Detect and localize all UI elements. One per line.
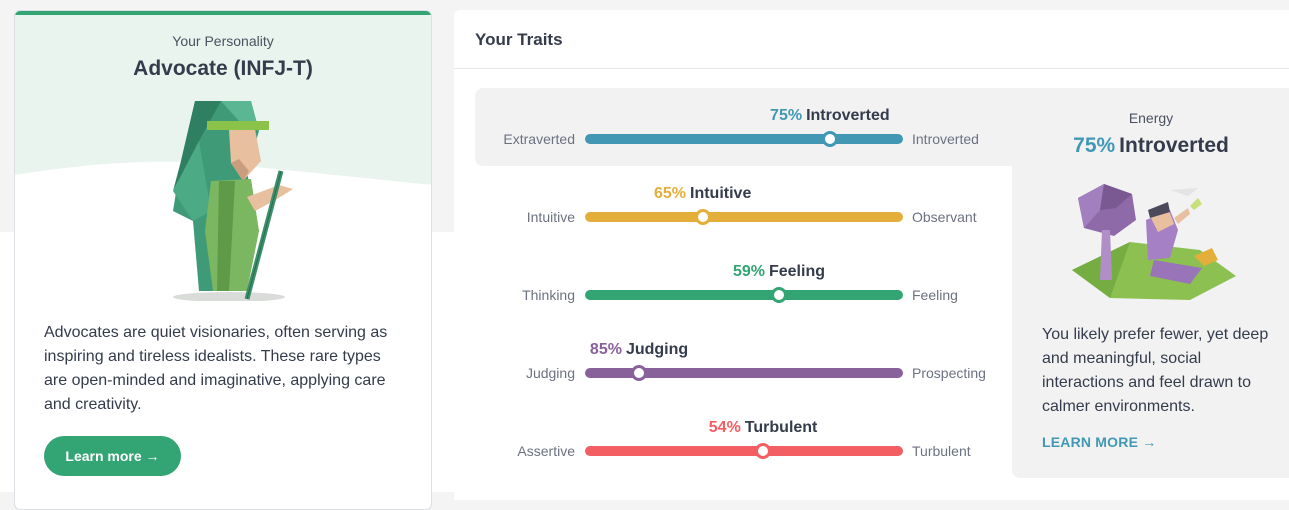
- trait-row-energy[interactable]: 75% Introverted Extraverted Introverted: [475, 88, 1014, 166]
- trait-row-tactics[interactable]: 85% Judging Judging Prospecting: [475, 322, 1014, 400]
- trait-percent-heading: 85% Judging: [590, 341, 688, 359]
- trait-knob[interactable]: [755, 443, 772, 459]
- personality-card: Your Personality Advocate (INFJ-T) Advoc…: [14, 10, 432, 510]
- trait-right-label: Prospecting: [912, 365, 986, 381]
- trait-percent: 85%: [589, 341, 622, 358]
- trait-right-label: Feeling: [912, 287, 958, 303]
- trait-bar[interactable]: [585, 212, 903, 222]
- trait-percent: 65%: [653, 185, 686, 202]
- trait-percent: 75%: [770, 107, 803, 124]
- trait-row-nature[interactable]: 59% Feeling Thinking Feeling: [475, 244, 1014, 322]
- trait-right-label: Turbulent: [912, 443, 971, 459]
- trait-percent-heading: 65% Intuitive: [654, 185, 751, 203]
- trait-right-label: Introverted: [912, 131, 979, 147]
- trait-left-label: Intuitive: [526, 209, 575, 225]
- trait-knob[interactable]: [821, 131, 838, 147]
- trait-left-label: Extraverted: [503, 131, 575, 147]
- trait-knob[interactable]: [631, 365, 648, 381]
- traits-panel: Your Traits 75% Introverted Extraverted I…: [454, 10, 1289, 500]
- trait-name: Turbulent: [744, 419, 818, 436]
- trait-knob[interactable]: [694, 209, 711, 225]
- trait-bar[interactable]: [585, 290, 903, 300]
- trait-name: Judging: [625, 341, 689, 358]
- traits-panel-header: Your Traits: [454, 10, 1289, 69]
- learn-more-button[interactable]: Learn more →: [44, 436, 181, 476]
- trait-left-label: Assertive: [517, 443, 575, 459]
- trait-name: Introverted: [806, 107, 890, 124]
- trait-percent-heading: 75% Introverted: [770, 107, 890, 125]
- trait-percent: 59%: [732, 263, 765, 280]
- trait-detail-percent: 75%: [1073, 134, 1116, 157]
- trait-detail-label: Energy: [1128, 110, 1174, 126]
- personality-label: Your Personality: [172, 33, 274, 49]
- trait-bar[interactable]: [585, 134, 903, 144]
- trait-detail-value: 75% Introverted: [1012, 134, 1289, 158]
- trait-percent-heading: 59% Feeling: [733, 263, 825, 281]
- trait-detail-name: Introverted: [1119, 134, 1229, 157]
- introvert-illustration: [1072, 184, 1236, 300]
- trait-name: Feeling: [768, 263, 825, 280]
- personality-type-title: Advocate (INFJ-T): [133, 57, 313, 80]
- trait-row-identity[interactable]: 54% Turbulent Assertive Turbulent: [475, 400, 1014, 478]
- advocate-character-illustration: [173, 101, 293, 301]
- traits-panel-title: Your Traits: [475, 30, 563, 49]
- learn-more-link[interactable]: LEARN MORE →: [1042, 434, 1156, 450]
- trait-name: Intuitive: [690, 185, 752, 202]
- trait-right-label: Observant: [912, 209, 977, 225]
- trait-detail-description: You likely prefer fewer, yet deep and me…: [1042, 326, 1269, 415]
- personality-description: Advocates are quiet visionaries, often s…: [44, 324, 388, 413]
- trait-percent: 54%: [708, 419, 741, 436]
- trait-knob[interactable]: [770, 287, 787, 303]
- trait-bar[interactable]: [585, 446, 903, 456]
- trait-row-mind[interactable]: 65% Intuitive Intuitive Observant: [475, 166, 1014, 244]
- trait-left-label: Judging: [525, 365, 575, 381]
- trait-detail-card: Energy 75% Introverted You likely prefer …: [1012, 88, 1289, 478]
- trait-percent-heading: 54% Turbulent: [709, 419, 818, 437]
- trait-left-label: Thinking: [522, 287, 575, 303]
